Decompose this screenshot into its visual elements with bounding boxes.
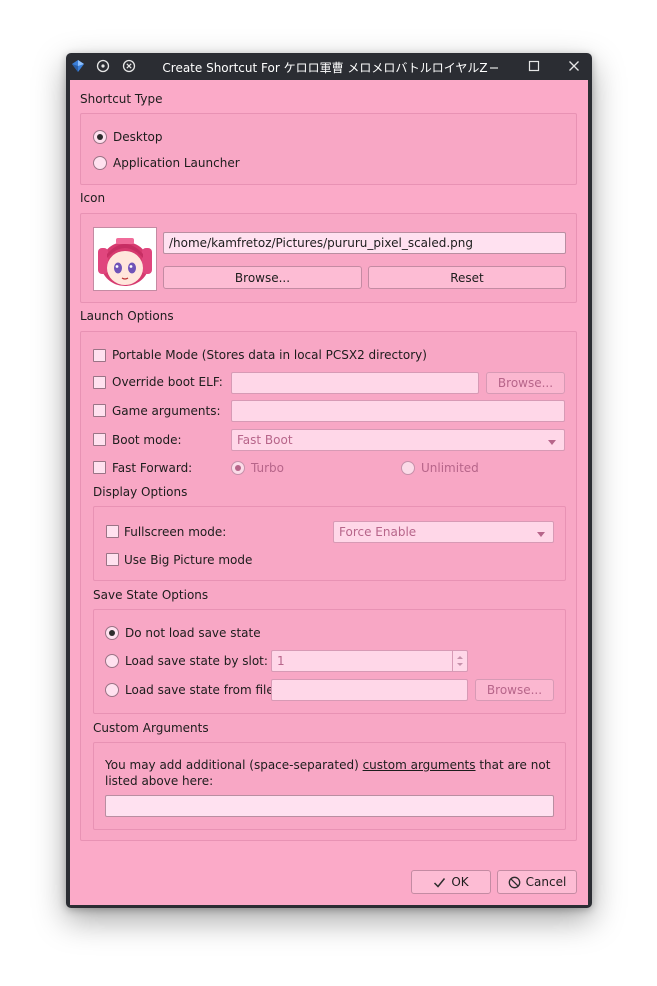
cancel-button[interactable]: Cancel [497,870,577,894]
cancel-icon [508,876,521,888]
fullscreen-label[interactable]: Fullscreen mode: [124,525,226,539]
desktop-radio[interactable] [93,130,107,144]
window-title: Create Shortcut For ケロロ軍曹 メロメロバトルロイヤルZ [162,61,488,75]
override-elf-field[interactable] [231,372,479,394]
no-save-state-radio[interactable] [105,626,119,640]
save-file-radio[interactable] [105,683,119,697]
spin-arrows-icon[interactable] [452,651,467,671]
unlimited-label[interactable]: Unlimited [421,461,479,475]
icon-group: /home/kamfretoz/Pictures/pururu_pixel_sc… [80,213,577,303]
elf-browse-button[interactable]: Browse... [486,372,565,394]
launch-options-group: Portable Mode (Stores data in local PCSX… [80,331,577,841]
big-picture-checkbox[interactable] [106,553,119,566]
cancel-label: Cancel [525,875,567,889]
ok-button[interactable]: OK [411,870,491,894]
game-arguments-label[interactable]: Game arguments: [112,404,221,418]
custom-arguments-title: Custom Arguments [93,721,209,735]
icon-title: Icon [80,191,106,205]
game-arguments-field[interactable] [231,400,565,422]
dialog-window: Create Shortcut For ケロロ軍曹 メロメロバトルロイヤルZ S… [66,53,592,908]
game-arguments-checkbox[interactable] [93,404,106,417]
save-slot-spinbox[interactable]: 1 [271,650,468,672]
boot-mode-label[interactable]: Boot mode: [112,433,182,447]
turbo-radio[interactable] [231,461,245,475]
boot-mode-value: Fast Boot [237,433,293,447]
boot-mode-select[interactable]: Fast Boot [231,429,565,451]
launcher-radio[interactable] [93,156,107,170]
icon-path-field[interactable]: /home/kamfretoz/Pictures/pururu_pixel_sc… [163,232,566,254]
custom-arguments-link[interactable]: custom arguments [363,758,476,772]
chevron-down-icon [537,532,545,537]
keep-above-icon[interactable] [93,56,113,76]
custom-arguments-description: You may add additional (space-separated)… [105,757,553,789]
launch-options-title: Launch Options [80,309,174,323]
big-picture-label[interactable]: Use Big Picture mode [124,553,252,567]
save-file-label[interactable]: Load save state from file: [125,683,278,697]
ok-label: OK [451,875,469,889]
maximize-icon[interactable] [524,56,544,76]
shortcut-type-group: Desktop Application Launcher [80,113,577,185]
pin-icon[interactable] [119,56,139,76]
close-icon[interactable] [564,56,584,76]
boot-mode-checkbox[interactable] [93,433,106,446]
portable-mode-checkbox[interactable] [93,349,106,362]
turbo-label[interactable]: Turbo [251,461,284,475]
save-slot-value: 1 [277,654,285,668]
shortcut-type-title: Shortcut Type [80,92,163,106]
fullscreen-value: Force Enable [339,525,417,539]
no-save-state-label[interactable]: Do not load save state [125,626,261,640]
title-bar[interactable]: Create Shortcut For ケロロ軍曹 メロメロバトルロイヤルZ [66,53,592,80]
display-options-title: Display Options [93,485,188,499]
override-elf-checkbox[interactable] [93,376,106,389]
save-slot-radio[interactable] [105,654,119,668]
save-file-field[interactable] [271,679,468,701]
fullscreen-select[interactable]: Force Enable [333,521,554,543]
icon-preview [93,227,157,291]
portable-mode-label[interactable]: Portable Mode (Stores data in local PCSX… [112,348,427,362]
save-file-browse-button[interactable]: Browse... [475,679,554,701]
checkmark-icon [434,877,446,888]
save-state-title: Save State Options [93,588,209,602]
fast-forward-checkbox[interactable] [93,461,106,474]
character-portrait-icon [94,228,156,290]
dialog-body: Shortcut Type Desktop Application Launch… [70,80,588,905]
icon-reset-button[interactable]: Reset [368,266,566,289]
custom-arguments-group: You may add additional (space-separated)… [93,742,566,830]
chevron-down-icon [548,440,556,445]
unlimited-radio[interactable] [401,461,415,475]
minimize-icon[interactable] [484,56,504,76]
fast-forward-label[interactable]: Fast Forward: [112,461,192,475]
save-state-group: Do not load save state Load save state b… [93,609,566,714]
fullscreen-checkbox[interactable] [106,525,119,538]
custom-arguments-field[interactable] [105,795,554,817]
app-icon [68,56,88,76]
custom-desc-pre: You may add additional (space-separated) [105,758,363,772]
display-options-group: Fullscreen mode: Force Enable Use Big Pi… [93,506,566,581]
launcher-label[interactable]: Application Launcher [113,156,240,170]
save-slot-label[interactable]: Load save state by slot: [125,654,268,668]
desktop-label[interactable]: Desktop [113,130,163,144]
override-elf-label[interactable]: Override boot ELF: [112,375,223,389]
icon-browse-button[interactable]: Browse... [163,266,362,289]
